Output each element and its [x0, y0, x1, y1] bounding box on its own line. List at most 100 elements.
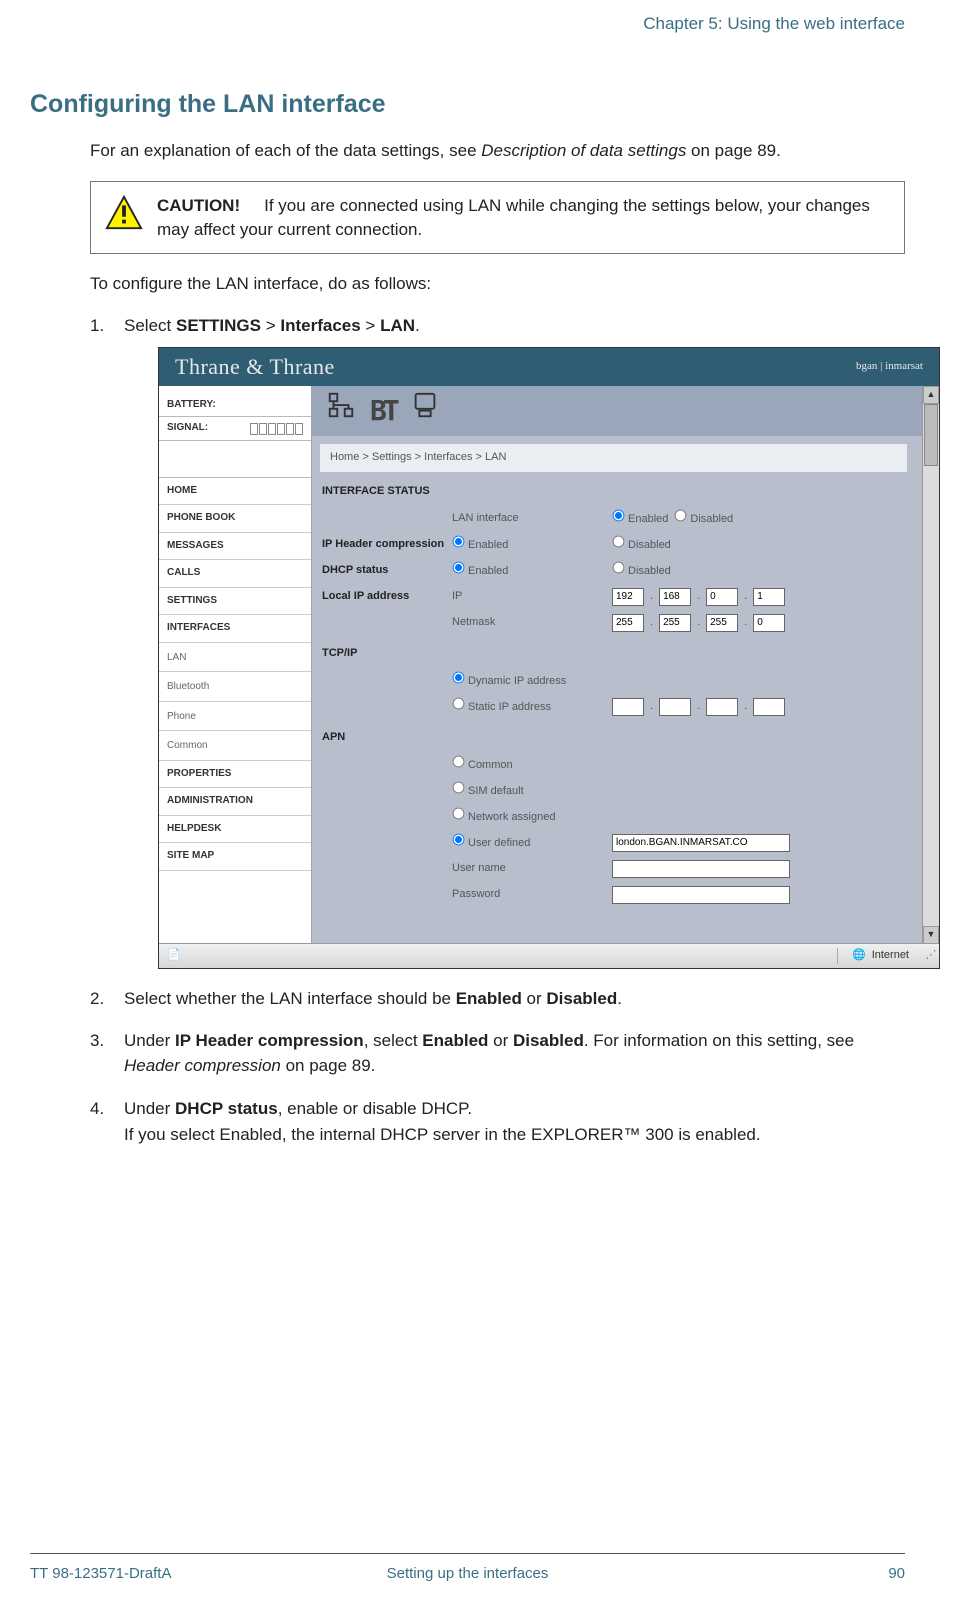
sidebar-item-properties[interactable]: PROPERTIES	[159, 761, 311, 789]
step-text: Under	[124, 1031, 175, 1050]
step-number: 2.	[90, 987, 104, 1012]
battery-label: BATTERY:	[167, 398, 216, 413]
step-1: 1. Select SETTINGS > Interfaces > LAN. T…	[90, 314, 905, 969]
radio-dhcp-enabled[interactable]: Enabled	[452, 561, 508, 580]
radio-dhcp-disabled[interactable]: Disabled	[612, 561, 671, 580]
radio-label: Enabled	[468, 539, 508, 551]
radio-lan-disabled[interactable]: Disabled	[674, 509, 733, 528]
scroll-up-icon[interactable]: ▲	[923, 386, 939, 404]
radio-label: Disabled	[628, 539, 671, 551]
apn-user-value[interactable]	[612, 834, 790, 852]
signal-label: SIGNAL:	[167, 421, 208, 436]
vertical-scrollbar[interactable]: ▲ ▼	[922, 386, 939, 944]
step-number: 3.	[90, 1029, 104, 1054]
radio-apn-user[interactable]: User defined	[452, 833, 530, 852]
app-titlebar: Thrane & Thrane bgan | inmarsat	[159, 348, 939, 386]
row-static-ip: Static IP address . . .	[322, 694, 927, 720]
sep: >	[261, 316, 280, 335]
ip-octet-1[interactable]	[612, 588, 644, 606]
sidebar-item-lan[interactable]: LAN	[159, 645, 311, 673]
sidebar-item-settings[interactable]: SETTINGS	[159, 588, 311, 616]
static-octet-1[interactable]	[612, 698, 644, 716]
step-text: Select whether the LAN interface should …	[124, 989, 456, 1008]
step-2: 2. Select whether the LAN interface shou…	[90, 987, 905, 1012]
phone-icon[interactable]	[410, 390, 440, 432]
sidebar-item-phone[interactable]: Phone	[159, 704, 311, 732]
lan-icon[interactable]	[326, 390, 356, 432]
password-field[interactable]	[612, 886, 790, 904]
caution-label: CAUTION!	[157, 194, 240, 218]
sidebar-item-bluetooth[interactable]: Bluetooth	[159, 674, 311, 702]
sidebar-item-phonebook[interactable]: PHONE BOOK	[159, 505, 311, 533]
step-4: 4. Under DHCP status, enable or disable …	[90, 1097, 905, 1148]
intro-text: For an explanation of each of the data s…	[90, 141, 481, 160]
username-field[interactable]	[612, 860, 790, 878]
radio-static-ip[interactable]: Static IP address	[452, 697, 551, 716]
globe-icon: 🌐	[852, 948, 866, 964]
setting-iphdr: IP Header compression	[175, 1031, 364, 1050]
sidebar-item-home[interactable]: HOME	[159, 478, 311, 506]
sep: or	[488, 1031, 513, 1050]
netmask-octet-2[interactable]	[659, 614, 691, 632]
scroll-down-icon[interactable]: ▼	[923, 926, 939, 944]
netmask-octet-1[interactable]	[612, 614, 644, 632]
static-octet-3[interactable]	[706, 698, 738, 716]
radio-label: Network assigned	[468, 811, 555, 823]
radio-iphdr-enabled[interactable]: Enabled	[452, 535, 508, 554]
content-pane: BT Home > Settings > Interfaces > LAN IN…	[312, 386, 939, 944]
sidebar-item-helpdesk[interactable]: HELPDESK	[159, 816, 311, 844]
static-octet-2[interactable]	[659, 698, 691, 716]
radio-iphdr-disabled[interactable]: Disabled	[612, 535, 671, 554]
row-ip-header: IP Header compression Enabled Disabled	[322, 532, 927, 558]
opt-disabled: Disabled	[546, 989, 617, 1008]
bluetooth-icon[interactable]: BT	[370, 391, 396, 432]
sidebar-item-messages[interactable]: MESSAGES	[159, 533, 311, 561]
interface-tabs: BT	[312, 386, 939, 436]
step-text: . For information on this setting, see	[584, 1031, 854, 1050]
nav-interfaces: Interfaces	[280, 316, 360, 335]
step-text: Under	[124, 1099, 175, 1118]
sidebar-item-sitemap[interactable]: SITE MAP	[159, 843, 311, 871]
row-local-ip: Local IP address IP . . .	[322, 584, 927, 610]
radio-label: Enabled	[628, 513, 668, 525]
static-octet-4[interactable]	[753, 698, 785, 716]
step-text: Select	[124, 316, 176, 335]
radio-apn-common[interactable]: Common	[452, 755, 513, 774]
brand-logo: Thrane & Thrane	[175, 351, 335, 383]
scroll-thumb[interactable]	[924, 404, 938, 466]
sidebar-item-common[interactable]: Common	[159, 733, 311, 761]
setting-dhcp: DHCP status	[175, 1099, 278, 1118]
row-dyn-ip: Dynamic IP address	[322, 668, 927, 694]
ip-octet-4[interactable]	[753, 588, 785, 606]
footer-rule	[30, 1553, 905, 1554]
page-footer: TT 98-123571-DraftA Setting up the inter…	[30, 1565, 905, 1582]
browser-statusbar: 📄 🌐 Internet ⋰	[159, 943, 939, 968]
sidebar-item-calls[interactable]: CALLS	[159, 560, 311, 588]
footer-section: Setting up the interfaces	[30, 1565, 905, 1582]
opt-enabled: Enabled	[456, 989, 522, 1008]
sidebar-item-interfaces[interactable]: INTERFACES	[159, 615, 311, 643]
row-dhcp: DHCP status Enabled Disabled	[322, 558, 927, 584]
sidebar-item-admin[interactable]: ADMINISTRATION	[159, 788, 311, 816]
radio-apn-network[interactable]: Network assigned	[452, 807, 555, 826]
section-tcpip: TCP/IP	[312, 640, 939, 664]
screenshot-lan-settings: Thrane & Thrane bgan | inmarsat BATTERY:…	[158, 347, 940, 969]
radio-label: Enabled	[468, 565, 508, 577]
period: .	[617, 989, 622, 1008]
radio-lan-enabled[interactable]: Enabled	[612, 509, 668, 528]
netmask-octet-3[interactable]	[706, 614, 738, 632]
resize-grip-icon[interactable]: ⋰	[923, 948, 939, 964]
step-number: 1.	[90, 314, 104, 339]
netmask-octet-4[interactable]	[753, 614, 785, 632]
intro-paragraph: For an explanation of each of the data s…	[30, 139, 905, 163]
intro-reference: Description of data settings	[481, 141, 686, 160]
radio-label: Common	[468, 759, 513, 771]
radio-label: Static IP address	[468, 701, 551, 713]
ip-octet-3[interactable]	[706, 588, 738, 606]
radio-apn-sim[interactable]: SIM default	[452, 781, 524, 800]
section-interface-status: INTERFACE STATUS	[312, 478, 939, 502]
ip-octet-2[interactable]	[659, 588, 691, 606]
sidebar: BATTERY: SIGNAL: HOME PHONE BOOK MESSAGE…	[159, 386, 312, 944]
radio-dynamic-ip[interactable]: Dynamic IP address	[452, 671, 566, 690]
warning-icon	[105, 194, 143, 232]
